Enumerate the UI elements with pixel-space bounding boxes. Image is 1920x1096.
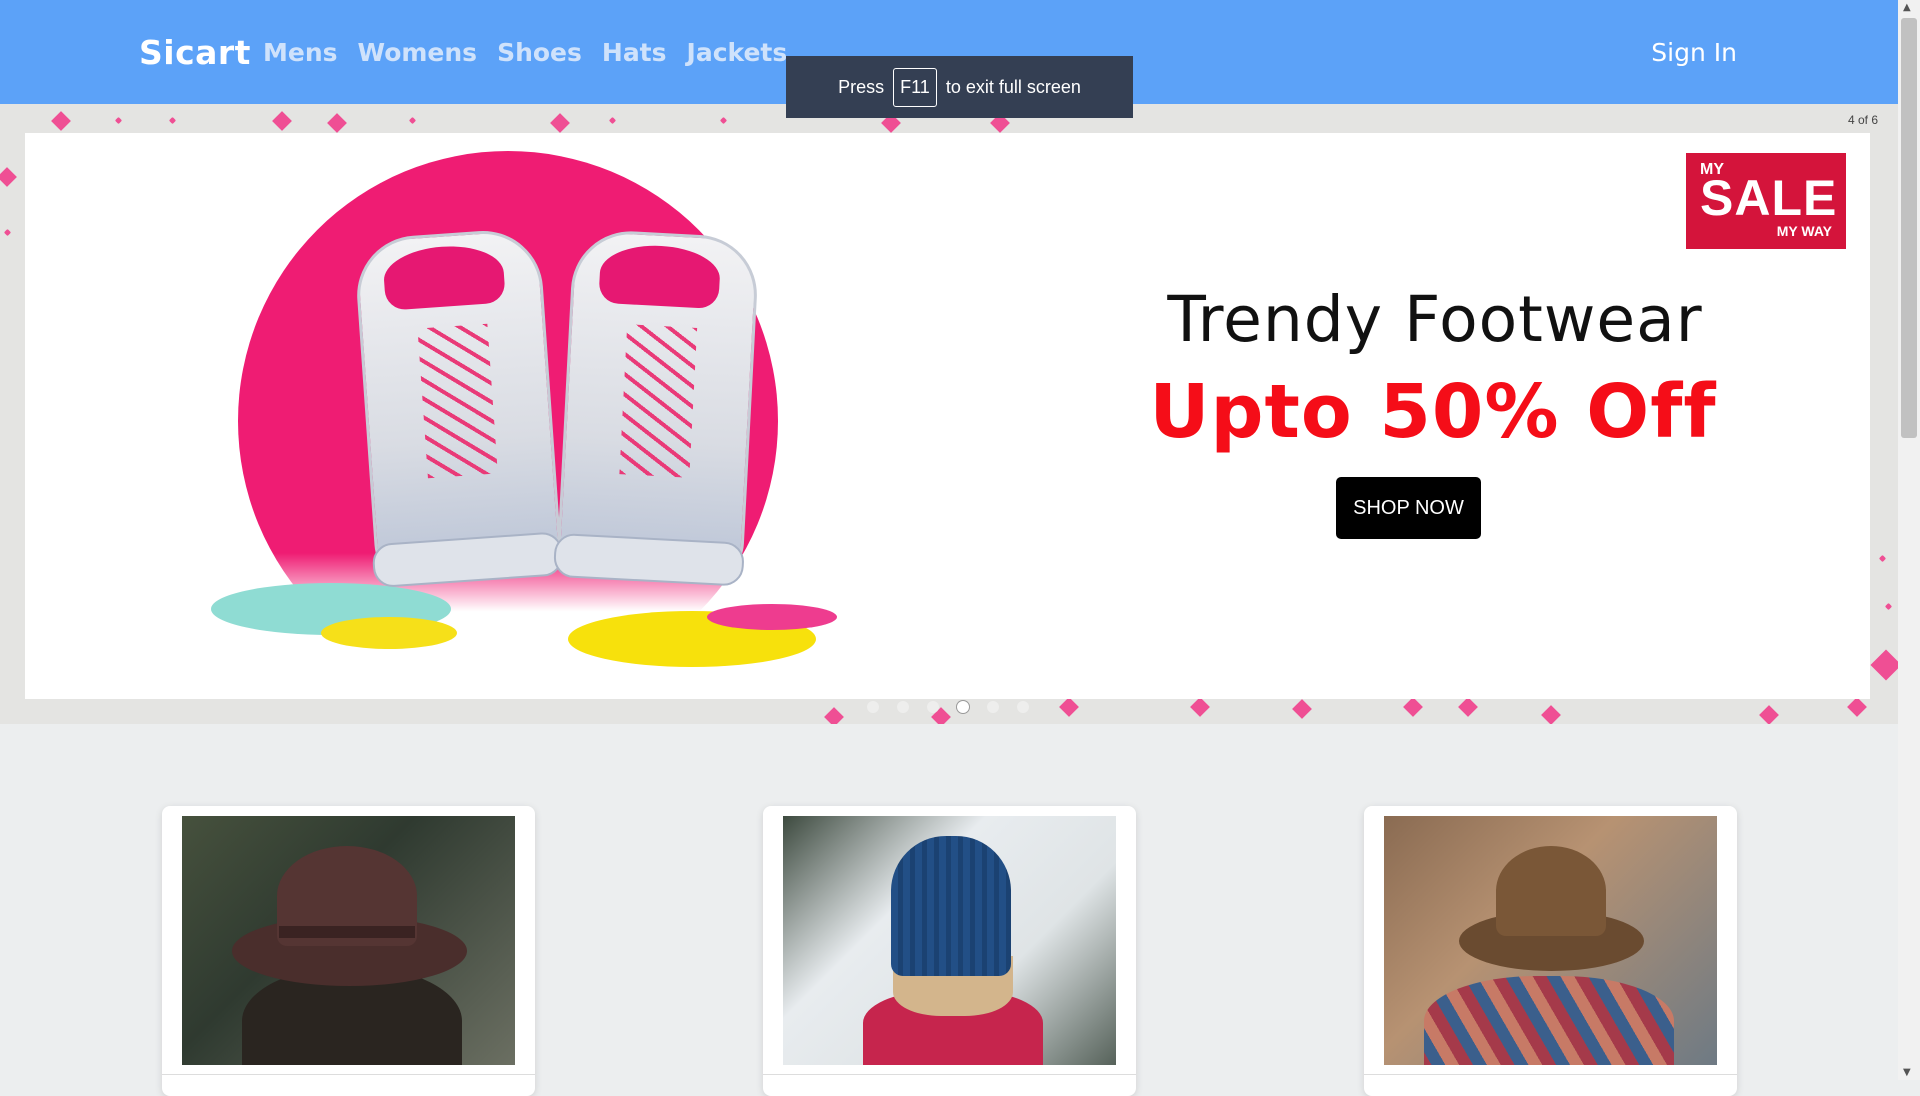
decor-diamond [1292,699,1312,719]
hat-crown [1496,846,1606,936]
decor-dot [1884,602,1893,611]
pink-disc [707,604,837,630]
beanie-hat-image [783,816,1116,1065]
sale-badge-main: SALE [1700,170,1838,226]
decor-diamond [550,113,570,133]
fullscreen-notice-press: Press [838,76,885,97]
scroll-up-arrow-icon[interactable]: ▲ [1903,2,1911,13]
nav-link-mens[interactable]: Mens [263,38,338,67]
carousel-indicators [867,701,1029,713]
fedora-hat-image [182,816,515,1065]
brand-logo[interactable]: Sicart [139,33,251,72]
decor-diamond [1059,697,1079,717]
carousel-indicator-6[interactable] [1017,701,1029,713]
sneaker-collar [381,242,506,311]
nav-link-womens[interactable]: Womens [358,38,478,67]
yellow-disc [321,617,457,649]
sale-badge-logo: MY SALE MY WAY [1686,153,1846,249]
decor-diamond [1541,705,1561,724]
nav-link-shoes[interactable]: Shoes [497,38,582,67]
beanie [891,836,1011,976]
sneaker-laces [417,323,498,479]
fullscreen-notice-key: F11 [893,67,937,107]
card-divider [1364,1074,1737,1075]
decor-diamond [1847,697,1867,717]
slide-counter: 4 of 6 [1847,113,1878,127]
decor-dot [114,116,123,125]
carousel-indicator-4[interactable] [957,701,969,713]
hat-band [279,926,415,938]
decor-diamond [0,167,17,187]
hero-title: Trendy Footwear [1167,283,1703,356]
carousel-indicator-1[interactable] [867,701,879,713]
scroll-down-arrow-icon[interactable]: ▼ [1903,1067,1911,1078]
sale-badge-bottom: MY WAY [1776,223,1832,239]
carousel-indicator-5[interactable] [987,701,999,713]
nav-link-hats[interactable]: Hats [602,38,667,67]
fullscreen-notice-suffix: to exit full screen [945,76,1081,97]
sign-in-link[interactable]: Sign In [1651,38,1737,67]
carousel-indicator-3[interactable] [927,701,939,713]
sneaker-laces [619,324,698,478]
product-card[interactable] [162,806,535,1096]
left-sneaker-image [353,226,565,589]
cowboy-hat-image [1384,816,1717,1065]
decor-dot [168,116,177,125]
decor-diamond [1190,697,1210,717]
page-scrollbar[interactable]: ▲ ▼ [1898,0,1920,1080]
decor-diamond [327,113,347,133]
decor-dot [608,116,617,125]
nav-link-jackets[interactable]: Jackets [687,38,788,67]
scrollbar-thumb[interactable] [1901,18,1917,438]
carousel-slide[interactable]: MY SALE MY WAY Trendy Footwear Upto 50% … [25,133,1870,699]
decor-diamond [1403,697,1423,717]
decor-dot [719,116,728,125]
nav-links: Mens Womens Shoes Hats Jackets [263,38,807,67]
product-card[interactable] [1364,806,1737,1096]
sneaker-collar [598,242,722,310]
hero-subtitle: Upto 50% Off [1149,369,1717,455]
decor-diamond [1870,649,1898,681]
carousel-indicator-2[interactable] [897,701,909,713]
shop-now-button[interactable]: SHOP NOW [1336,477,1481,539]
decor-diamond [51,111,71,131]
decor-diamond [1458,697,1478,717]
product-card[interactable] [763,806,1136,1096]
decor-diamond [1759,705,1779,724]
decor-dot [1878,554,1887,563]
right-sneaker-image [552,228,760,587]
card-divider [162,1074,535,1075]
decor-diamond [272,111,292,131]
fullscreen-notice: Press F11 to exit full screen [786,56,1133,118]
decor-diamond [824,707,844,724]
decor-dot [3,228,12,237]
scarf [1424,976,1674,1065]
decor-dot [408,116,417,125]
card-divider [763,1074,1136,1075]
